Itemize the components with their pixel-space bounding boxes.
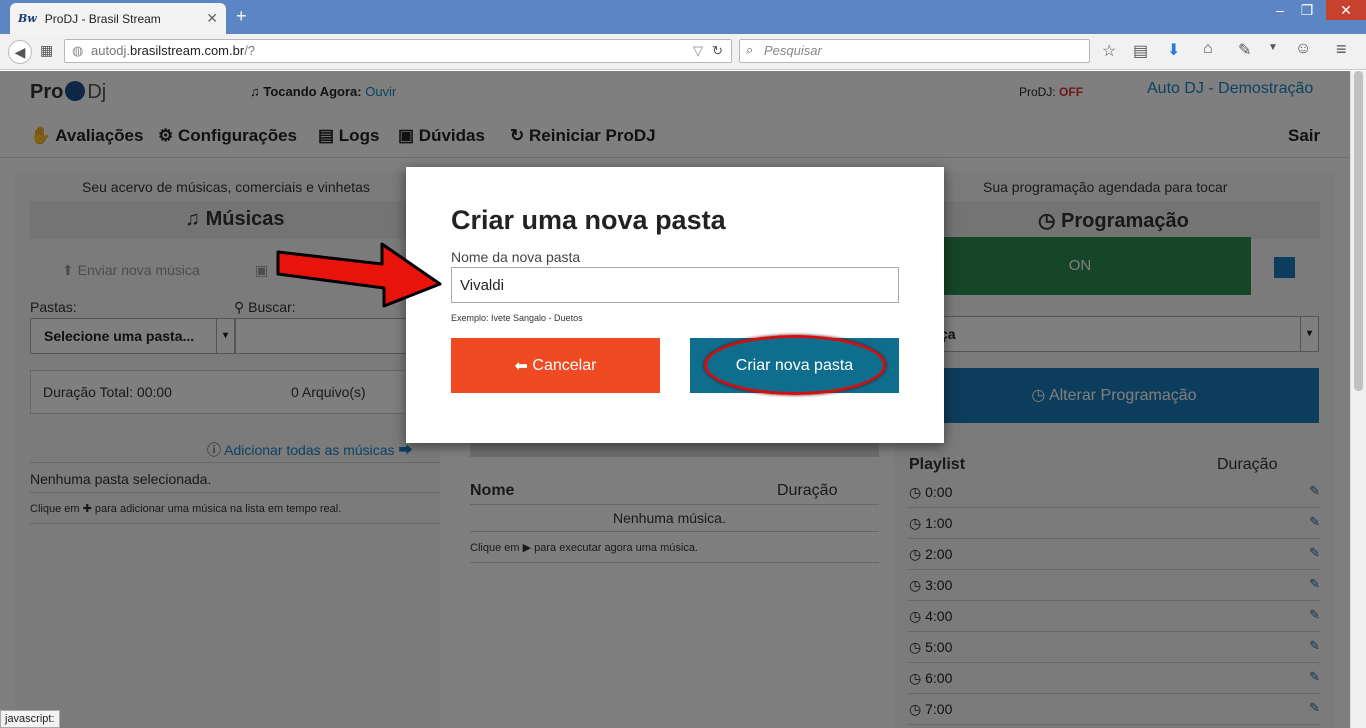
library-icon[interactable]: ▦: [40, 42, 53, 59]
extension-icon[interactable]: ✎: [1238, 40, 1251, 60]
url-host: autodj.: [91, 43, 131, 58]
scrollbar-thumb[interactable]: [1354, 71, 1363, 391]
favicon-icon: Bw: [18, 12, 37, 25]
tab-close-icon[interactable]: ✕: [206, 10, 218, 27]
modal-title: Criar uma nova pasta: [451, 205, 726, 235]
menu-icon[interactable]: ≡: [1336, 39, 1347, 60]
profile-icon[interactable]: ☺: [1295, 40, 1311, 58]
create-folder-modal: Criar uma nova pasta Nome da nova pasta …: [406, 167, 944, 443]
back-icon[interactable]: ◀: [8, 40, 32, 64]
browser-status-bar: javascript:: [0, 710, 60, 728]
extension-menu-icon[interactable]: ▼: [1268, 42, 1278, 53]
reload-icon[interactable]: ↻: [712, 40, 723, 62]
folder-name-input[interactable]: [451, 267, 899, 303]
cancel-button[interactable]: ⬅ Cancelar: [451, 338, 660, 393]
bookmark-star-icon[interactable]: ☆: [1102, 41, 1116, 61]
reading-list-icon[interactable]: ▤: [1133, 41, 1148, 61]
arrow-left-icon: ⬅: [514, 357, 528, 375]
browser-nav-bar: ◀ ▦ ◍ autodj.brasilstream.com.br/? ▽ ↻ ⌕…: [0, 34, 1366, 70]
globe-icon: ◍: [72, 43, 84, 58]
new-tab-icon[interactable]: +: [236, 6, 247, 27]
restore-icon[interactable]: ❐: [1290, 2, 1324, 19]
browser-tab-bar: Bw ProDJ - Brasil Stream ✕ + – ❐ ✕: [0, 0, 1366, 34]
search-icon: ⌕: [746, 42, 754, 57]
browser-search-input[interactable]: ⌕ Pesquisar: [739, 39, 1090, 63]
browser-tab[interactable]: Bw ProDJ - Brasil Stream ✕: [10, 3, 226, 34]
url-bar[interactable]: ◍ autodj.brasilstream.com.br/? ▽ ↻: [64, 39, 732, 63]
window-close-icon[interactable]: ✕: [1326, 0, 1366, 20]
annotation-arrow-icon: [276, 242, 442, 308]
download-icon[interactable]: ⬇: [1167, 40, 1180, 60]
page-scrollbar[interactable]: [1350, 71, 1366, 728]
search-placeholder: Pesquisar: [764, 43, 822, 58]
dropdown-icon[interactable]: ▽: [693, 40, 703, 62]
highlight-ellipse: [704, 335, 886, 395]
tab-title: ProDJ - Brasil Stream: [44, 11, 161, 26]
cancel-label: Cancelar: [532, 356, 597, 374]
folder-name-example: Exemplo: Ivete Sangalo - Duetos: [451, 313, 583, 323]
url-path: /?: [244, 43, 256, 58]
folder-name-label: Nome da nova pasta: [451, 249, 581, 265]
url-domain: brasilstream.com.br: [130, 43, 245, 58]
home-icon[interactable]: ⌂: [1203, 40, 1213, 58]
